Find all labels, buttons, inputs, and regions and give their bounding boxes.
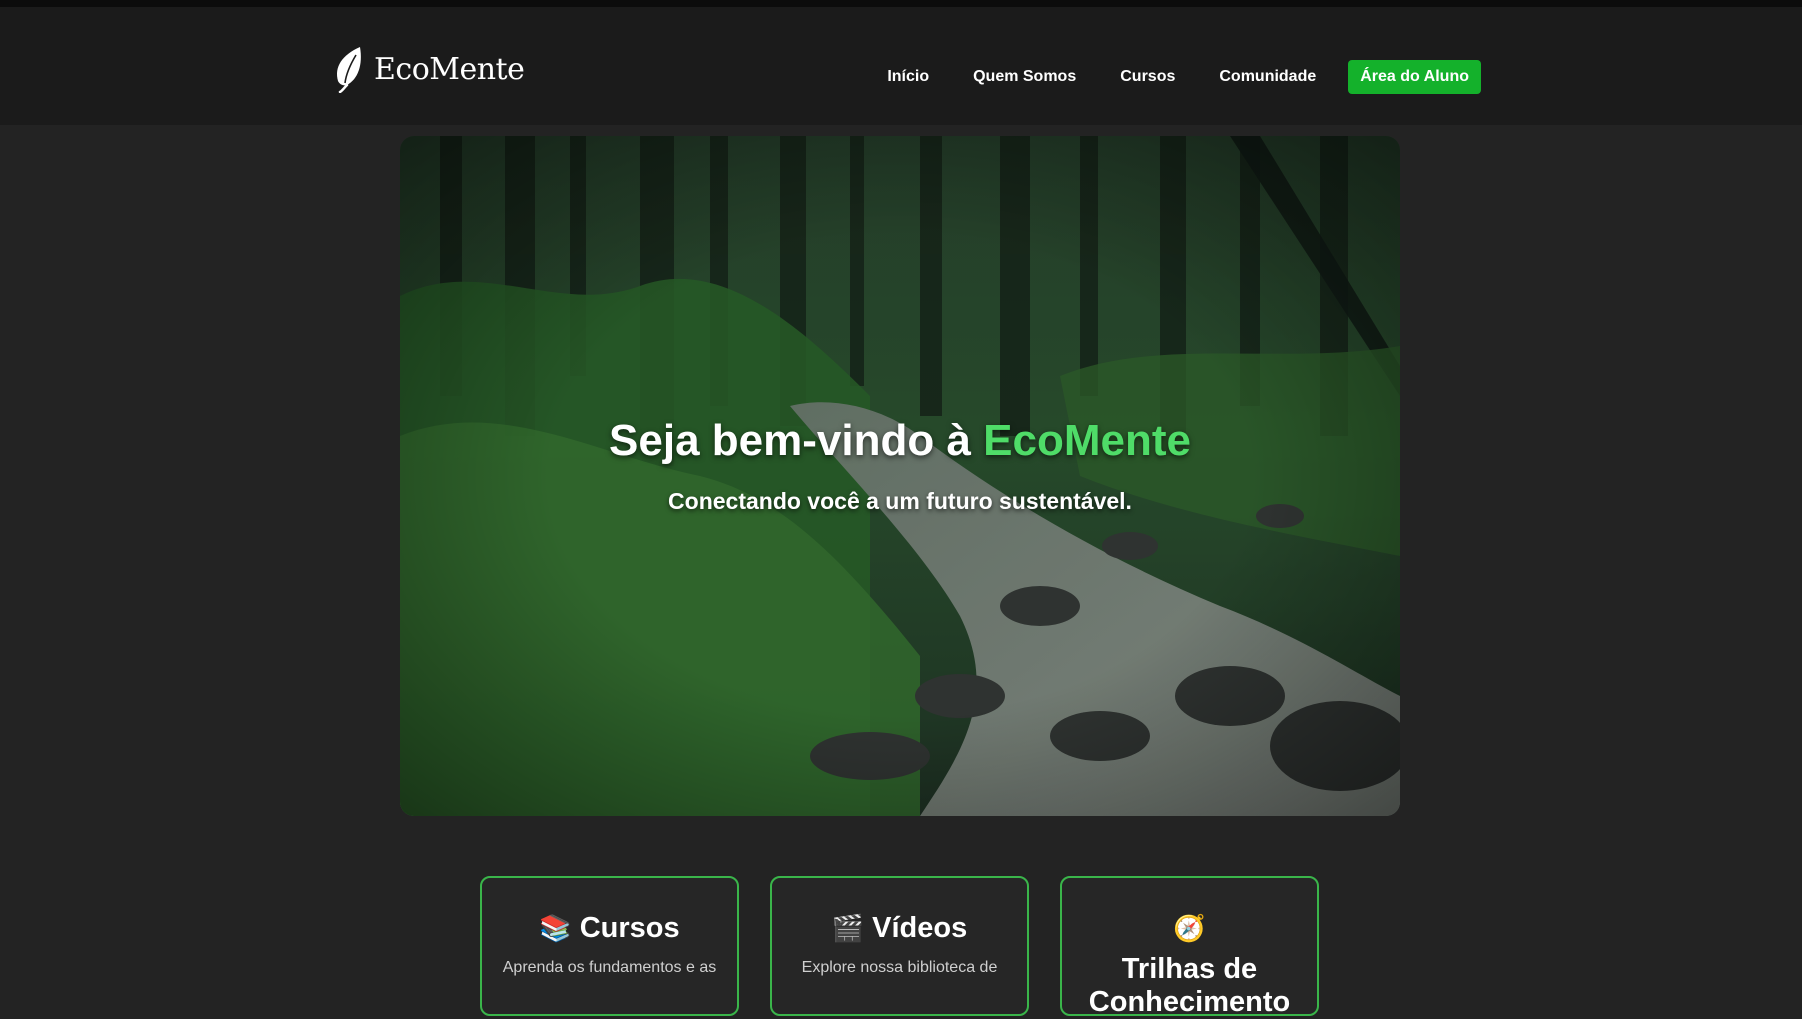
card-description: Aprenda os fundamentos e as: [502, 959, 717, 976]
card-title: 📚 Cursos: [482, 912, 737, 945]
hero-title-accent: EcoMente: [983, 416, 1191, 465]
card-title-text: Vídeos: [872, 912, 968, 944]
card-title: 🧭 Trilhas de Conhecimento: [1062, 912, 1317, 1019]
hero-banner: Seja bem-vindo à EcoMente Conectando voc…: [400, 136, 1400, 816]
area-do-aluno-button[interactable]: Área do Aluno: [1348, 60, 1481, 94]
clapperboard-icon: 🎬: [831, 913, 865, 943]
top-strip: [0, 0, 1802, 7]
hero-subtitle: Conectando você a um futuro sustentável.: [668, 488, 1132, 514]
logo[interactable]: EcoMente: [332, 45, 525, 93]
nav-link-comunidade[interactable]: Comunidade: [1219, 68, 1316, 86]
card-trilhas[interactable]: 🧭 Trilhas de Conhecimento: [1060, 876, 1319, 1019]
hero-content: Seja bem-vindo à EcoMente Conectando voc…: [400, 416, 1400, 515]
hero-title-prefix: Seja bem-vindo à: [609, 416, 984, 465]
card-title-text: Trilhas de Conhecimento: [1088, 953, 1291, 1018]
nav-link-cursos[interactable]: Cursos: [1120, 68, 1175, 86]
nav-link-inicio[interactable]: Início: [887, 68, 929, 86]
card-cursos[interactable]: 📚 Cursos Aprenda os fundamentos e as: [480, 876, 739, 1016]
card-description: Explore nossa biblioteca de: [801, 959, 998, 976]
hero-title: Seja bem-vindo à EcoMente: [400, 416, 1400, 466]
nav-link-quem-somos[interactable]: Quem Somos: [973, 68, 1076, 86]
card-title: 🎬 Vídeos: [772, 912, 1027, 945]
main-nav: Início Quem Somos Cursos Comunidade Área…: [843, 57, 1481, 97]
site-header: EcoMente Início Quem Somos Cursos Comuni…: [0, 7, 1802, 125]
card-title-text: Cursos: [579, 912, 680, 944]
compass-icon: 🧭: [1173, 913, 1206, 943]
logo-text: EcoMente: [374, 51, 525, 87]
books-icon: 📚: [539, 913, 572, 943]
leaf-icon: [336, 47, 361, 93]
card-videos[interactable]: 🎬 Vídeos Explore nossa biblioteca de: [770, 876, 1029, 1016]
feature-cards: 📚 Cursos Aprenda os fundamentos e as 🎬 V…: [480, 876, 1320, 1019]
